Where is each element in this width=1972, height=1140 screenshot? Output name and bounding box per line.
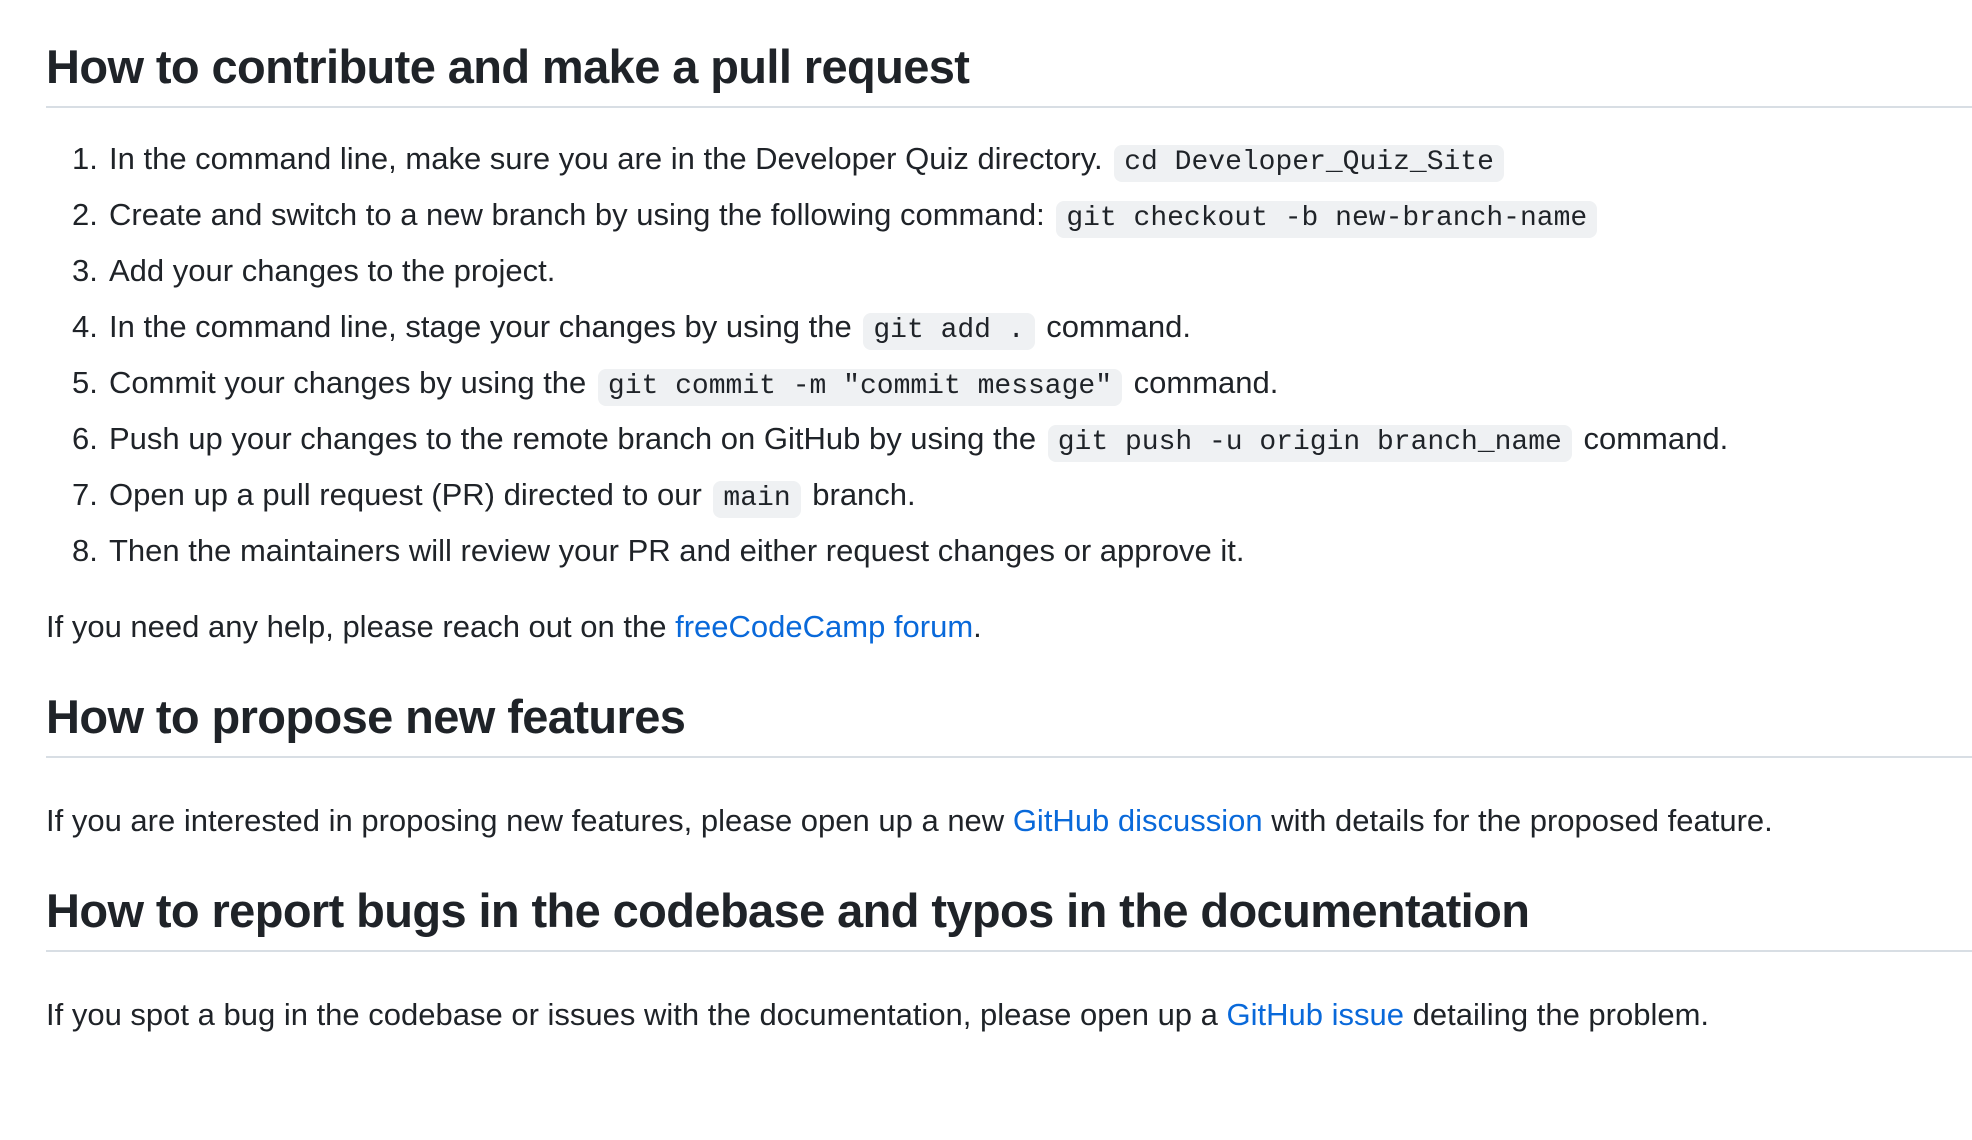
help-text-after: . — [973, 609, 982, 644]
step-text-after: command. — [1046, 309, 1191, 344]
heading-propose-features: How to propose new features — [46, 686, 1972, 758]
report-text: If you spot a bug in the codebase or iss… — [46, 997, 1218, 1032]
inline-code: main — [713, 481, 801, 518]
help-text: If you need any help, please reach out o… — [46, 609, 667, 644]
report-text-after: detailing the problem. — [1412, 997, 1710, 1032]
github-issue-link[interactable]: GitHub issue — [1227, 997, 1404, 1032]
step-text-after: branch. — [812, 477, 916, 512]
inline-code: git checkout -b new-branch-name — [1056, 201, 1598, 238]
propose-text: If you are interested in proposing new f… — [46, 803, 1005, 838]
propose-paragraph: If you are interested in proposing new f… — [46, 800, 1972, 842]
freecodecamp-forum-link[interactable]: freeCodeCamp forum — [675, 609, 973, 644]
step-text: Create and switch to a new branch by usi… — [109, 197, 1045, 232]
inline-code: git commit -m "commit message" — [597, 369, 1123, 406]
list-item: Open up a pull request (PR) directed to … — [72, 474, 1972, 530]
propose-text-after: with details for the proposed feature. — [1271, 803, 1773, 838]
inline-code: git add . — [863, 313, 1035, 350]
step-text: Push up your changes to the remote branc… — [109, 421, 1037, 456]
inline-code: git push -u origin branch_name — [1047, 425, 1572, 462]
list-item: In the command line, stage your changes … — [72, 306, 1972, 362]
list-item: Commit your changes by using the git com… — [72, 362, 1972, 418]
markdown-document: How to contribute and make a pull reques… — [46, 0, 1972, 1036]
help-paragraph: If you need any help, please reach out o… — [46, 606, 1972, 648]
list-item: Create and switch to a new branch by usi… — [72, 194, 1972, 250]
heading-report-bugs: How to report bugs in the codebase and t… — [46, 880, 1972, 952]
step-text: In the command line, make sure you are i… — [109, 141, 1103, 176]
list-item: Then the maintainers will review your PR… — [72, 530, 1972, 586]
inline-code: cd Developer_Quiz_Site — [1114, 145, 1504, 182]
github-discussion-link[interactable]: GitHub discussion — [1013, 803, 1263, 838]
step-text: Commit your changes by using the — [109, 365, 587, 400]
step-text-after: command. — [1133, 365, 1279, 400]
step-text: Add your changes to the project. — [109, 253, 556, 288]
step-text-after: command. — [1583, 421, 1729, 456]
list-item: Push up your changes to the remote branc… — [72, 418, 1972, 474]
contribute-steps-list: In the command line, make sure you are i… — [46, 138, 1972, 586]
step-text: In the command line, stage your changes … — [109, 309, 852, 344]
step-text: Then the maintainers will review your PR… — [109, 533, 1245, 568]
heading-contribute: How to contribute and make a pull reques… — [46, 36, 1972, 108]
list-item: In the command line, make sure you are i… — [72, 138, 1972, 194]
list-item: Add your changes to the project. — [72, 250, 1972, 306]
report-paragraph: If you spot a bug in the codebase or iss… — [46, 994, 1972, 1036]
step-text: Open up a pull request (PR) directed to … — [109, 477, 702, 512]
